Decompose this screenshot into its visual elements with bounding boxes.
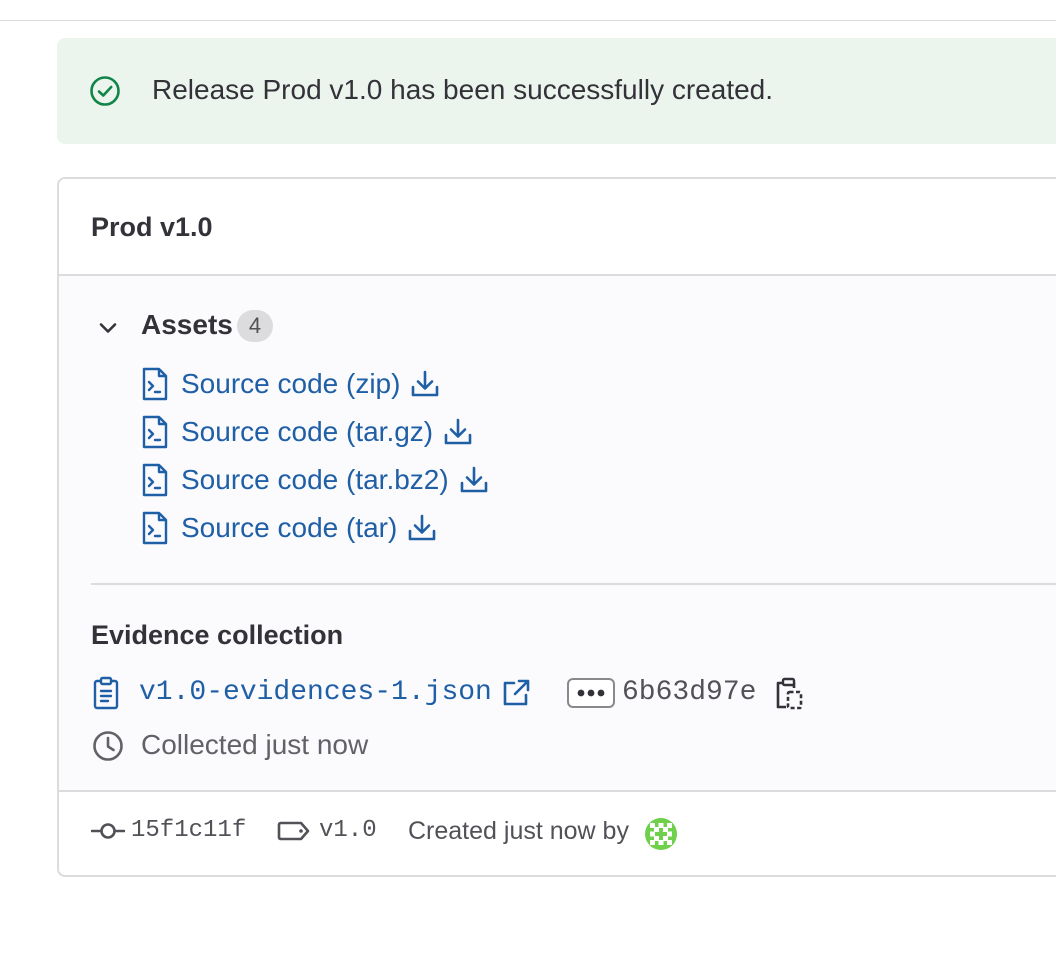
evidence-file-link[interactable]: v1.0-evidences-1.json: [139, 674, 492, 712]
asset-label[interactable]: Source code (tar): [181, 510, 397, 546]
download-icon[interactable]: [407, 513, 437, 543]
asset-link-tar[interactable]: Source code (tar): [141, 510, 437, 546]
file-code-icon: [142, 415, 168, 449]
evidence-sha: 6b63d97e: [622, 677, 757, 708]
top-divider: [0, 20, 1056, 21]
check-circle-icon: [90, 76, 120, 106]
asset-link-zip[interactable]: Source code (zip): [141, 366, 440, 402]
file-code-icon: [142, 367, 168, 401]
release-card: Prod v1.0 Assets 4 Source code (zip) Sou…: [57, 177, 1056, 877]
asset-label[interactable]: Source code (tar.bz2): [181, 462, 449, 498]
created-info: Created just now by: [408, 817, 629, 845]
evidence-title: Evidence collection: [91, 620, 344, 650]
assets-heading[interactable]: Assets: [141, 307, 233, 343]
download-icon[interactable]: [410, 369, 440, 399]
asset-label[interactable]: Source code (tar.gz): [181, 414, 433, 450]
download-icon[interactable]: [443, 417, 473, 447]
clipboard-icon: [93, 676, 119, 710]
file-code-icon: [142, 463, 168, 497]
download-icon[interactable]: [459, 465, 489, 495]
release-title[interactable]: Prod v1.0: [91, 209, 213, 245]
section-divider: [91, 583, 1056, 585]
clock-icon: [93, 731, 123, 761]
alert-message: Release Prod v1.0 has been successfully …: [152, 74, 774, 105]
file-code-icon: [142, 511, 168, 545]
asset-label[interactable]: Source code (zip): [181, 366, 400, 402]
assets-count-badge: 4: [237, 310, 273, 342]
copy-icon[interactable]: [774, 677, 804, 711]
commit-sha-link[interactable]: 15f1c11f: [131, 815, 246, 847]
author-avatar[interactable]: [644, 817, 678, 851]
asset-link-tar-bz2[interactable]: Source code (tar.bz2): [141, 462, 489, 498]
tag-name-link[interactable]: v1.0: [319, 815, 377, 847]
commit-icon: [91, 823, 125, 839]
ellipsis-icon: [577, 689, 605, 697]
asset-link-tar-gz[interactable]: Source code (tar.gz): [141, 414, 473, 450]
external-link-icon[interactable]: [500, 677, 532, 709]
expand-sha-button[interactable]: [567, 678, 615, 708]
tag-icon: [277, 821, 310, 841]
chevron-down-icon[interactable]: [97, 317, 119, 339]
evidence-collected-time: Collected just now: [141, 729, 369, 760]
release-header: Prod v1.0: [59, 179, 1056, 276]
